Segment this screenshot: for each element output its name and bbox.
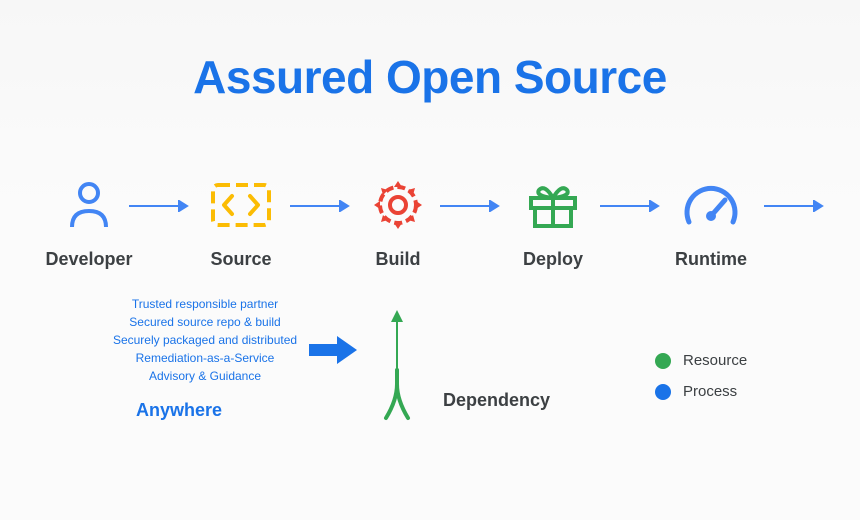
stage-deploy: Deploy — [508, 175, 598, 270]
stage-label: Developer — [44, 249, 134, 270]
bullet-item: Trusted responsible partner — [75, 295, 335, 313]
person-icon — [44, 175, 134, 235]
arrow-icon — [762, 200, 824, 212]
arrow-icon — [438, 200, 500, 212]
stage-label: Deploy — [508, 249, 598, 270]
legend-label: Process — [683, 383, 737, 400]
stage-developer: Developer — [44, 175, 134, 270]
anywhere-label: Anywhere — [136, 400, 222, 421]
dot-icon — [655, 353, 671, 369]
stage-build: Build — [358, 175, 438, 270]
pipeline-flow: Developer Source Build Deploy Runtime — [0, 175, 860, 295]
bullet-item: Advisory & Guidance — [75, 367, 335, 385]
legend: Resource Process — [655, 352, 747, 414]
stage-label: Source — [196, 249, 286, 270]
legend-item-process: Process — [655, 383, 747, 400]
merge-arrow-icon — [382, 310, 412, 430]
big-arrow-icon — [309, 336, 357, 364]
gear-icon — [358, 175, 438, 235]
stage-source: Source — [196, 175, 286, 270]
bullet-item: Remediation-as-a-Service — [75, 349, 335, 367]
dependency-label: Dependency — [443, 390, 550, 411]
feature-bullets: Trusted responsible partner Secured sour… — [75, 295, 335, 385]
gift-icon — [508, 175, 598, 235]
stage-label: Runtime — [666, 249, 756, 270]
dot-icon — [655, 384, 671, 400]
arrow-icon — [127, 200, 189, 212]
bullet-item: Securely packaged and distributed — [75, 331, 335, 349]
page-title: Assured Open Source — [0, 0, 860, 104]
code-brackets-icon — [196, 175, 286, 235]
stage-label: Build — [358, 249, 438, 270]
arrow-icon — [598, 200, 660, 212]
legend-label: Resource — [683, 352, 747, 369]
gauge-icon — [666, 175, 756, 235]
legend-item-resource: Resource — [655, 352, 747, 369]
bullet-item: Secured source repo & build — [75, 313, 335, 331]
stage-runtime: Runtime — [666, 175, 756, 270]
arrow-icon — [288, 200, 350, 212]
